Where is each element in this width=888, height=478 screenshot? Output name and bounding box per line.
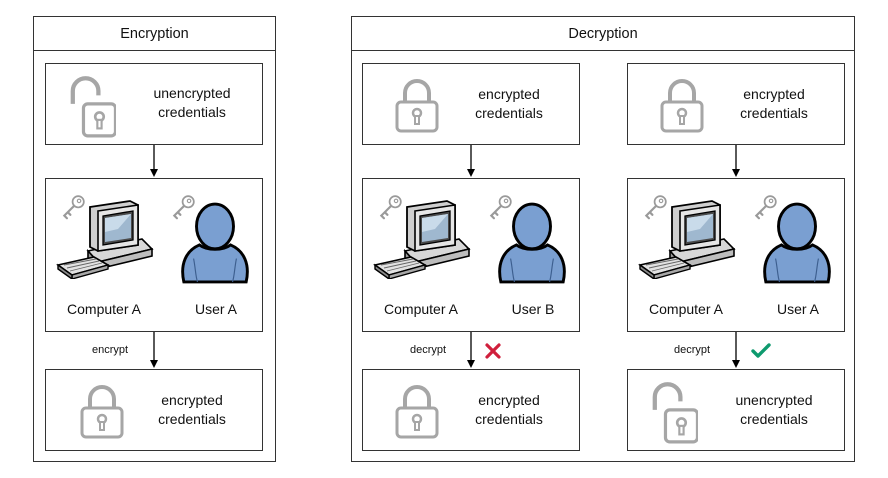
locked-padlock-icon [395,383,439,439]
user-icon [760,199,834,285]
user-label: User B [511,301,555,317]
user-label: User A [194,301,237,317]
panel-title: Decryption [352,17,854,51]
box-text: encrypted credentials [714,85,834,123]
computer-label: Computer A [649,301,723,317]
box-text: encrypted credentials [449,391,569,429]
box-text-line1: encrypted [743,86,805,102]
box-text: encrypted credentials [132,391,252,429]
decrypt-label: decrypt [674,344,711,356]
box-text-line2: credentials [740,411,808,427]
computer-user-box: Computer A User B [362,178,580,332]
box-text: unencrypted credentials [714,391,834,429]
arrow-down [732,332,740,368]
box-text-line2: credentials [475,105,543,121]
encrypted-credentials-box: encrypted credentials [45,369,263,451]
computer-user-box: Computer A User A [45,178,263,332]
locked-padlock-icon [660,77,704,133]
encrypt-label: encrypt [92,344,129,356]
arrow-down [467,145,475,177]
unencrypted-credentials-box: unencrypted credentials [45,63,263,145]
arrow-down [467,332,475,368]
computer-label: Computer A [67,301,141,317]
box-text-line2: credentials [158,411,226,427]
box-text: unencrypted credentials [132,84,252,122]
computer-icon [54,199,154,279]
unlocked-padlock-icon [68,74,116,138]
box-text-line2: credentials [740,105,808,121]
green-check-icon [751,343,771,358]
computer-icon [636,199,736,279]
box-text-line1: encrypted [478,86,540,102]
box-text-line1: encrypted [478,392,540,408]
computer-user-box: Computer A User A [627,178,845,332]
arrow-down [732,145,740,177]
arrow-down [150,145,158,177]
box-text-line1: unencrypted [735,392,813,408]
locked-padlock-icon [395,77,439,133]
encrypted-credentials-box: encrypted credentials [627,63,845,145]
red-x-icon [485,343,501,359]
box-text-line1: encrypted [161,392,223,408]
arrow-down [150,332,158,368]
user-icon [178,199,252,285]
encrypted-credentials-box: encrypted credentials [362,63,580,145]
computer-icon [371,199,471,279]
user-icon [495,199,569,285]
box-text: encrypted credentials [449,85,569,123]
panel-title: Encryption [34,17,275,51]
computer-label: Computer A [384,301,458,317]
box-text-line1: unencrypted [153,85,231,101]
user-label: User A [776,301,819,317]
unlocked-padlock-icon [650,380,698,444]
encrypted-credentials-box: encrypted credentials [362,369,580,451]
locked-padlock-icon [80,383,124,439]
decrypt-label: decrypt [410,344,447,356]
box-text-line2: credentials [475,411,543,427]
box-text-line2: credentials [158,104,226,120]
unencrypted-credentials-box: unencrypted credentials [627,369,845,451]
